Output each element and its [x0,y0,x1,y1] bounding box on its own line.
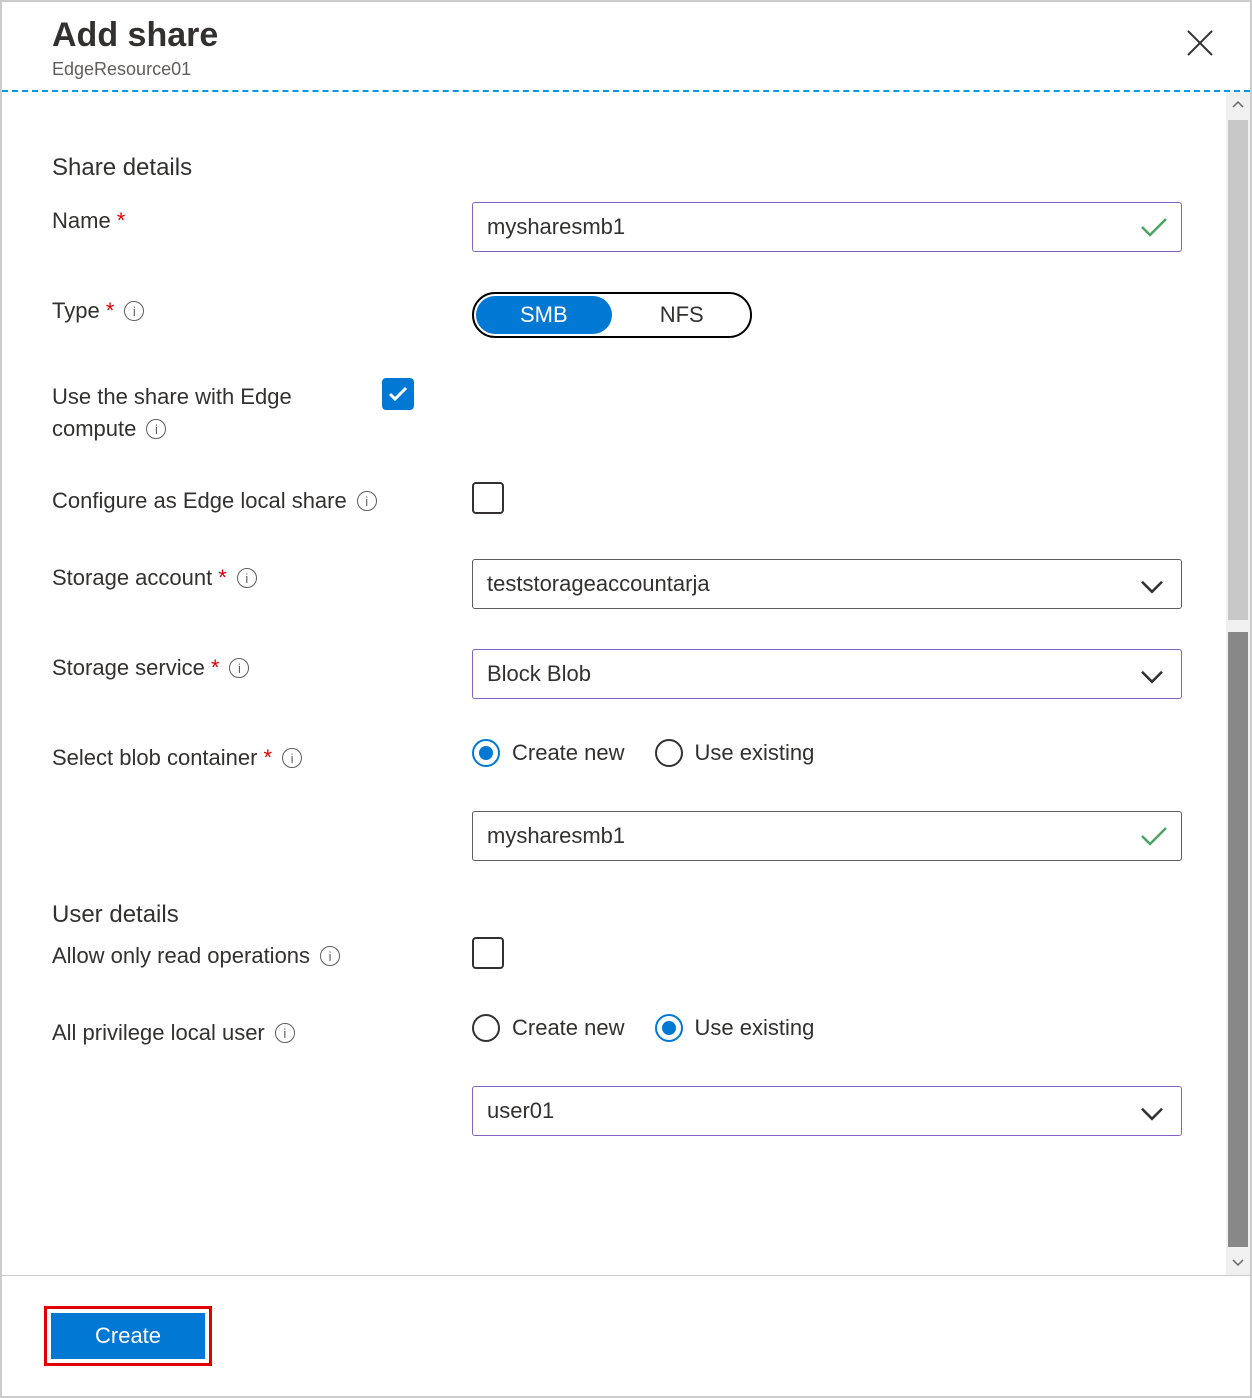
form-body: Share details Name * Type * i [2,92,1250,1275]
radio-icon [655,1014,683,1042]
create-button-highlight: Create [44,1306,212,1366]
local-user-radio-existing[interactable]: Use existing [655,1014,815,1042]
name-label: Name * [52,202,472,234]
info-icon[interactable]: i [229,658,249,678]
scroll-down-icon[interactable] [1226,1251,1250,1275]
read-only-checkbox[interactable] [472,937,504,969]
required-asterisk: * [211,655,220,681]
checkmark-icon [1140,216,1168,238]
user-details-heading: User details [52,901,1200,929]
required-asterisk: * [218,565,227,591]
type-toggle: SMB NFS [472,292,752,338]
local-user-select[interactable]: user01 [472,1086,1182,1136]
scrollbar[interactable] [1226,92,1250,1275]
edge-compute-label: Use the share with Edge compute i [52,378,382,442]
storage-service-label: Storage service * i [52,649,472,681]
radio-icon [472,1014,500,1042]
blob-container-radio-existing[interactable]: Use existing [655,739,815,767]
panel-header: Add share EdgeResource01 [2,2,1250,92]
blob-container-name-input[interactable] [472,811,1182,861]
type-label: Type * i [52,292,472,324]
type-option-smb[interactable]: SMB [476,296,612,334]
blob-container-label: Select blob container * i [52,739,472,771]
scroll-up-icon[interactable] [1226,92,1250,116]
close-icon[interactable] [1184,26,1216,58]
type-option-nfs[interactable]: NFS [614,294,750,336]
radio-icon [472,739,500,767]
info-icon[interactable]: i [357,491,377,511]
required-asterisk: * [117,208,126,234]
info-icon[interactable]: i [124,301,144,321]
edge-compute-checkbox[interactable] [382,378,414,410]
radio-icon [655,739,683,767]
local-user-radio-create[interactable]: Create new [472,1014,625,1042]
scrollbar-thumb[interactable] [1228,120,1248,620]
storage-account-label: Storage account * i [52,559,472,591]
local-user-label: All privilege local user i [52,1014,472,1046]
share-details-heading: Share details [52,154,1200,182]
edge-local-checkbox[interactable] [472,482,504,514]
storage-service-select[interactable]: Block Blob [472,649,1182,699]
panel-footer: Create [2,1275,1250,1396]
required-asterisk: * [106,298,115,324]
edge-local-label: Configure as Edge local share i [52,482,472,514]
blob-container-radio-create[interactable]: Create new [472,739,625,767]
name-input[interactable] [472,202,1182,252]
required-asterisk: * [263,745,272,771]
create-button[interactable]: Create [51,1313,205,1359]
info-icon[interactable]: i [320,946,340,966]
checkmark-icon [1140,825,1168,847]
info-icon[interactable]: i [275,1023,295,1043]
read-only-label: Allow only read operations i [52,937,472,969]
scrollbar-thumb[interactable] [1228,632,1248,1247]
info-icon[interactable]: i [237,568,257,588]
info-icon[interactable]: i [282,748,302,768]
storage-account-select[interactable]: teststorageaccountarja [472,559,1182,609]
panel-title: Add share [52,16,1200,55]
panel-subtitle: EdgeResource01 [52,59,1200,80]
info-icon[interactable]: i [146,419,166,439]
